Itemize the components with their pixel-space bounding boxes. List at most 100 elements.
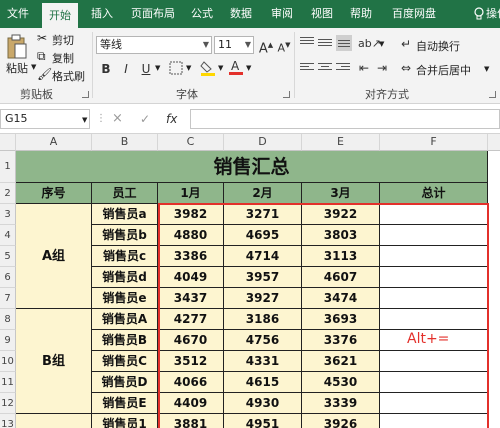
sales-value-cell[interactable]: 4049: [158, 267, 224, 288]
bottom-align-icon[interactable]: [336, 35, 352, 51]
sales-value-cell[interactable]: 3982: [158, 204, 224, 225]
column-header-d[interactable]: D: [224, 134, 302, 151]
row-header-3[interactable]: 3: [0, 204, 16, 225]
header-cell-mar[interactable]: 3月: [302, 183, 380, 204]
total-cell[interactable]: [380, 288, 488, 309]
fill-color-dropdown-icon[interactable]: ▼: [218, 64, 223, 72]
sales-value-cell[interactable]: 3693: [302, 309, 380, 330]
sales-value-cell[interactable]: 3437: [158, 288, 224, 309]
fill-color-icon[interactable]: [200, 60, 216, 76]
lightbulb-icon[interactable]: [473, 7, 485, 21]
decrease-font-icon[interactable]: A▼: [276, 37, 292, 55]
borders-dropdown-icon[interactable]: ▼: [186, 64, 191, 72]
column-header-f[interactable]: F: [380, 134, 488, 151]
employee-name-cell[interactable]: 销售员c: [92, 246, 158, 267]
font-name-combo[interactable]: 等线 ▼: [96, 36, 212, 54]
employee-name-cell[interactable]: 销售员E: [92, 393, 158, 414]
header-cell-feb[interactable]: 2月: [224, 183, 302, 204]
header-cell-jan[interactable]: 1月: [158, 183, 224, 204]
row-header-6[interactable]: 6: [0, 267, 16, 288]
row-header-10[interactable]: 10: [0, 351, 16, 372]
sales-value-cell[interactable]: 3926: [302, 414, 380, 428]
name-box-dropdown-icon[interactable]: ▼: [82, 116, 87, 124]
header-cell-employee[interactable]: 员工: [92, 183, 158, 204]
column-header-e[interactable]: E: [302, 134, 380, 151]
tab-page-layout[interactable]: 页面布局: [126, 0, 180, 28]
sales-value-cell[interactable]: 3803: [302, 225, 380, 246]
sales-value-cell[interactable]: 3271: [224, 204, 302, 225]
row-header-12[interactable]: 12: [0, 393, 16, 414]
sales-value-cell[interactable]: 3386: [158, 246, 224, 267]
copy-icon[interactable]: ⧉: [37, 49, 46, 64]
sales-value-cell[interactable]: 3922: [302, 204, 380, 225]
sales-value-cell[interactable]: 4615: [224, 372, 302, 393]
sales-value-cell[interactable]: 3474: [302, 288, 380, 309]
tab-review[interactable]: 审阅: [268, 0, 296, 28]
employee-name-cell[interactable]: 销售员a: [92, 204, 158, 225]
copy-button[interactable]: 复制: [52, 50, 74, 66]
tab-home[interactable]: 开始: [42, 3, 78, 28]
row-header-5[interactable]: 5: [0, 246, 16, 267]
bold-button[interactable]: B: [98, 61, 114, 77]
sales-value-cell[interactable]: 3512: [158, 351, 224, 372]
sales-value-cell[interactable]: 3881: [158, 414, 224, 428]
row-header-2[interactable]: 2: [0, 183, 16, 204]
tab-baidu-netdisk[interactable]: 百度网盘: [386, 0, 442, 28]
align-right-icon[interactable]: [336, 63, 350, 75]
tab-formulas[interactable]: 公式: [188, 0, 216, 28]
total-cell[interactable]: [380, 309, 488, 330]
sales-value-cell[interactable]: 4607: [302, 267, 380, 288]
sales-value-cell[interactable]: 4880: [158, 225, 224, 246]
total-cell[interactable]: [380, 225, 488, 246]
format-painter-button[interactable]: 格式刷: [52, 68, 85, 84]
paste-dropdown-icon[interactable]: ▼: [31, 63, 36, 71]
font-color-icon[interactable]: A: [228, 59, 244, 75]
insert-function-icon[interactable]: fx: [166, 112, 177, 126]
total-cell[interactable]: [380, 267, 488, 288]
row-header-1[interactable]: 1: [0, 151, 16, 183]
sales-value-cell[interactable]: 3621: [302, 351, 380, 372]
sales-value-cell[interactable]: 4331: [224, 351, 302, 372]
total-cell[interactable]: [380, 246, 488, 267]
underline-dropdown-icon[interactable]: ▼: [155, 64, 160, 72]
total-cell[interactable]: [380, 393, 488, 414]
select-all-corner[interactable]: [0, 134, 16, 151]
clipboard-dialog-launcher[interactable]: [82, 91, 89, 98]
align-left-icon[interactable]: [300, 63, 314, 75]
column-header-b[interactable]: B: [92, 134, 158, 151]
column-header-c[interactable]: C: [158, 134, 224, 151]
alignment-dialog-launcher[interactable]: [489, 91, 496, 98]
scissors-icon[interactable]: ✂: [37, 31, 47, 45]
enter-icon[interactable]: ✓: [140, 112, 150, 126]
header-cell-seq[interactable]: 序号: [16, 183, 92, 204]
header-cell-total[interactable]: 总计: [380, 183, 488, 204]
middle-align-icon[interactable]: [318, 39, 332, 51]
sales-value-cell[interactable]: 4670: [158, 330, 224, 351]
wrap-text-icon[interactable]: ↵: [398, 36, 414, 52]
merge-center-button[interactable]: 合并后居中: [416, 62, 471, 78]
sales-value-cell[interactable]: 3957: [224, 267, 302, 288]
sales-value-cell[interactable]: 3339: [302, 393, 380, 414]
merge-dropdown-icon[interactable]: ▼: [484, 65, 489, 73]
font-size-combo[interactable]: 11 ▼: [214, 36, 254, 54]
sales-value-cell[interactable]: 4277: [158, 309, 224, 330]
tab-tell-me[interactable]: 操作说明: [486, 0, 500, 28]
row-header-13[interactable]: 13: [0, 414, 16, 428]
sales-value-cell[interactable]: 4066: [158, 372, 224, 393]
worksheet-grid[interactable]: A B C D E F 1 2 3 4 5 6 7 8 9 10 11 12 1…: [0, 134, 500, 428]
sales-value-cell[interactable]: 4714: [224, 246, 302, 267]
employee-name-cell[interactable]: 销售员C: [92, 351, 158, 372]
merge-center-icon[interactable]: ⇔: [398, 60, 414, 76]
align-center-icon[interactable]: [318, 63, 332, 75]
borders-icon[interactable]: [168, 61, 184, 77]
paste-icon[interactable]: [6, 34, 28, 60]
orientation-icon[interactable]: ab↗: [358, 36, 381, 52]
employee-name-cell[interactable]: 销售员D: [92, 372, 158, 393]
group-cell-b[interactable]: B组: [16, 309, 92, 414]
sales-value-cell[interactable]: 4756: [224, 330, 302, 351]
sheet-title-cell[interactable]: 销售汇总: [16, 151, 488, 183]
row-header-8[interactable]: 8: [0, 309, 16, 330]
employee-name-cell[interactable]: 销售员1: [92, 414, 158, 428]
row-header-9[interactable]: 9: [0, 330, 16, 351]
sales-value-cell[interactable]: 3376: [302, 330, 380, 351]
